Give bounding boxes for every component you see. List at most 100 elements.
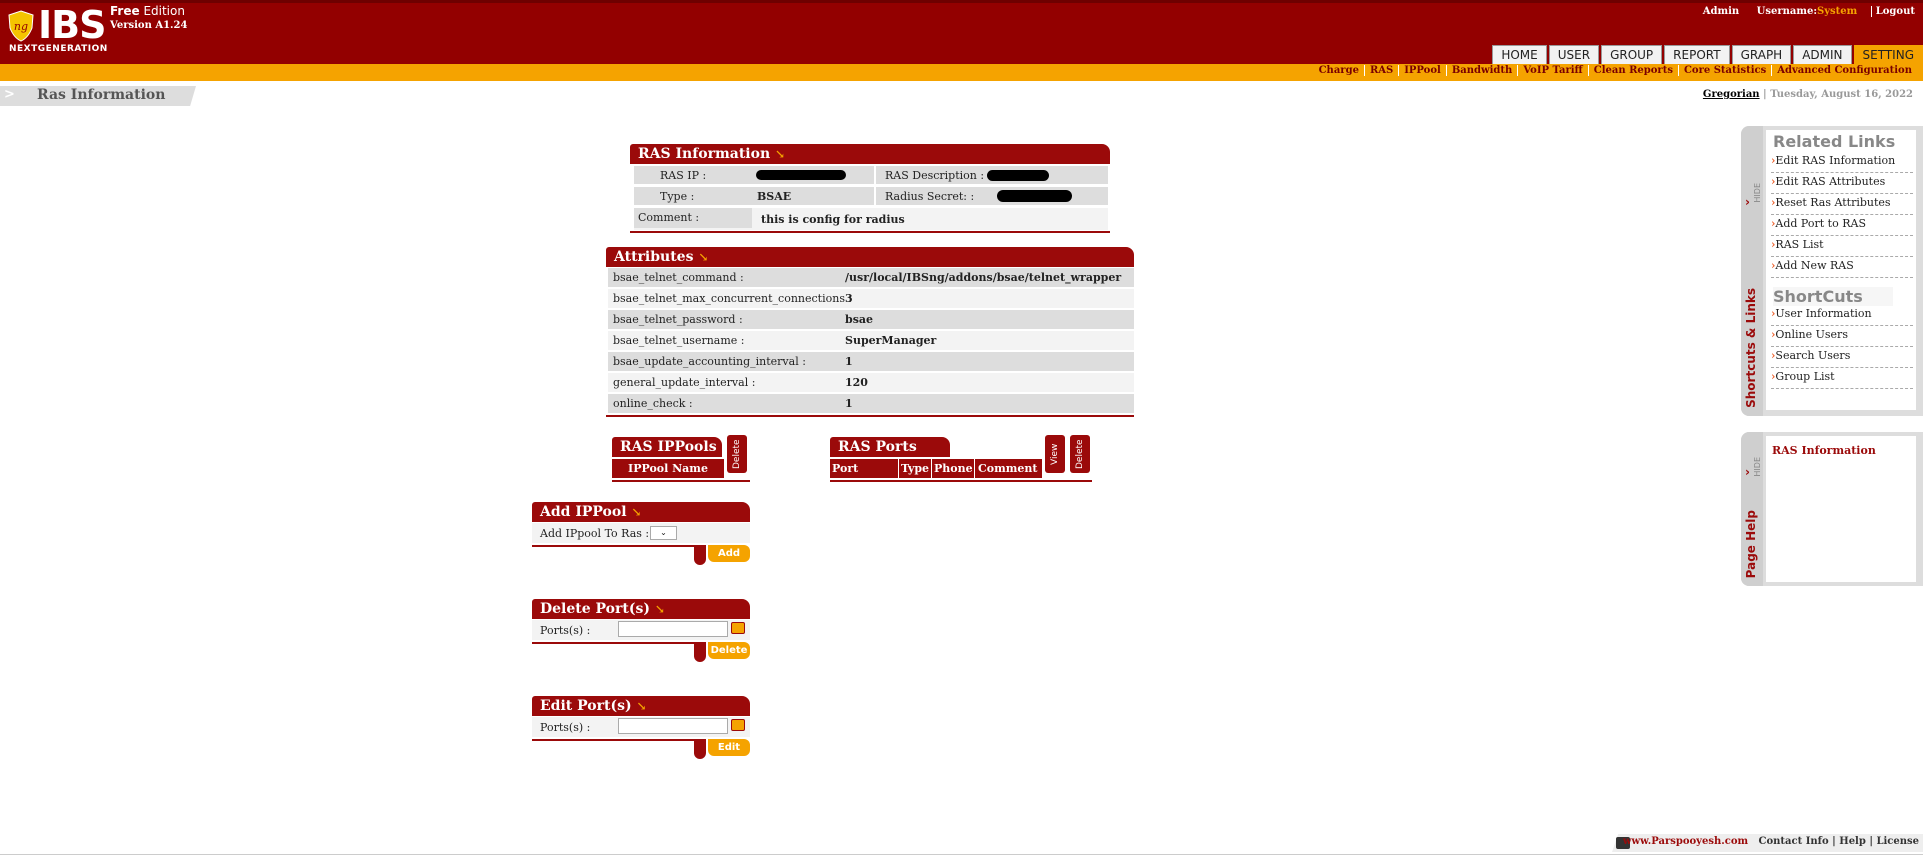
page-title: Ras Information [37,87,166,103]
delete-ports-label: Ports(s) : [540,624,591,637]
related-link-edit-ras-info[interactable]: ›Edit RAS Information [1771,153,1913,173]
ports-list-columns: Port Name Type Phone Comment [830,459,1042,494]
edit-ports-hook [694,739,706,759]
nav-user[interactable]: USER [1548,45,1600,64]
related-links-list: ›Edit RAS Information ›Edit RAS Attribut… [1771,153,1913,278]
shortcut-group-list[interactable]: ›Group List [1771,369,1913,389]
shortcut-user-information[interactable]: ›User Information [1771,306,1913,326]
attribute-row: online_check :1 [608,394,1134,413]
ippools-header: RAS IPPools ↘ [612,437,722,474]
ras-info-bottom-line [630,231,1110,233]
nav-graph[interactable]: GRAPH [1731,45,1792,64]
help-vertical-label: Page Help [1744,510,1758,579]
collapse-chevron-icon[interactable]: › [1745,195,1750,209]
nav-setting[interactable]: SETTING [1853,45,1923,64]
col-phone: Phone [932,459,975,478]
arrow-icon: ↘ [631,505,642,519]
arrow-icon: ↘ [698,250,709,264]
attributes-bottom-line [606,415,1134,417]
attribute-row: general_update_interval :120 [608,373,1134,392]
edit-ports-header: Edit Port(s) ↘ [532,696,750,716]
ras-ip-redacted [756,170,846,180]
add-ippool-hook [694,545,706,565]
logout-link[interactable]: Logout [1870,6,1915,17]
subnav-voip-tariff[interactable]: VoIP Tariff [1517,65,1587,76]
col-comment: Comment [978,462,1038,475]
logo-subtext: NEXTGENERATION [9,44,108,54]
secret-redacted [997,190,1072,202]
delete-ports-hook [694,642,706,662]
add-ippool-header: Add IPPool ↘ [532,502,750,522]
subnav-ras[interactable]: RAS [1363,65,1398,76]
footer: www.Parspooyesh.com Contact Info | Help … [1623,836,1919,847]
username-label: Username: [1756,6,1818,17]
related-link-add-port[interactable]: ›Add Port to RAS [1771,216,1913,236]
collapse-chevron-icon[interactable]: › [1745,465,1750,479]
col-port-name: Port Name [830,459,899,494]
logo-text: IBS [38,3,106,47]
related-link-add-new-ras[interactable]: ›Add New RAS [1771,258,1913,278]
ras-info-header: RAS Information ↘ [630,144,1110,164]
type-label: Type : [660,190,695,203]
nav-home[interactable]: HOME [1492,45,1547,64]
footer-site-link[interactable]: www.Parspooyesh.com [1623,836,1748,847]
nav-group[interactable]: GROUP [1601,45,1663,64]
ippools-bottom-line [612,480,750,482]
subnav-ippool[interactable]: IPPool [1398,65,1446,76]
subnav-advanced-configuration[interactable]: Advanced Configuration [1771,65,1917,76]
calendar-icon[interactable] [731,719,745,731]
ports-delete-tab[interactable]: Delete [1070,435,1090,473]
ports-view-tab[interactable]: View [1045,435,1065,473]
edit-ports-line [532,739,700,741]
nav-report[interactable]: REPORT [1664,45,1730,64]
shortcut-online-users[interactable]: ›Online Users [1771,327,1913,347]
help-text: RAS Information [1772,444,1876,457]
attribute-row: bsae_telnet_username : SuperManager [608,331,1134,350]
calendar-icon[interactable] [731,622,745,634]
attributes-header: Attributes ↘ [606,247,1134,267]
ippool-select[interactable]: ⌄ [650,526,677,540]
main-nav: HOME USER GROUP REPORT GRAPH ADMIN SETTI… [1490,45,1923,64]
edit-button[interactable]: Edit [708,739,750,756]
subnav-bandwidth[interactable]: Bandwidth [1445,65,1517,76]
col-type: Type [899,459,932,478]
nav-admin[interactable]: ADMIN [1793,45,1852,64]
related-link-edit-ras-attributes[interactable]: ›Edit RAS Attributes [1771,174,1913,194]
delete-ports-line [532,642,700,644]
shortcut-search-users[interactable]: ›Search Users [1771,348,1913,368]
subnav-charge[interactable]: Charge [1314,65,1364,76]
edit-ports-input[interactable] [618,718,728,734]
user-area: Admin Username:System Logout [1689,6,1915,17]
ippool-name-column: IPPool Name [612,459,724,478]
help-content [1766,436,1916,582]
type-value: BSAE [757,190,792,203]
subnav-core-statistics[interactable]: Core Statistics [1677,65,1771,76]
attribute-row: bsae_telnet_password : bsae [608,310,1134,329]
breadcrumb-arrow-icon: > [4,87,15,102]
related-link-reset-ras-attributes[interactable]: ›Reset Ras Attributes [1771,195,1913,215]
add-button[interactable]: Add [708,545,750,562]
attribute-row: bsae_telnet_max_concurrent_connections :… [608,289,1134,308]
comment-label: Comment : [638,211,700,224]
edition-label: Free Edition [110,4,185,18]
delete-button[interactable]: Delete [708,642,750,659]
related-link-ras-list[interactable]: ›RAS List [1771,237,1913,257]
admin-link[interactable]: Admin [1703,6,1739,17]
shortcuts-title: ShortCuts [1773,287,1893,306]
add-ippool-label: Add IPpool To Ras : [540,527,650,540]
current-date: Tuesday, August 16, 2022 [1770,89,1913,100]
arrow-icon: ↘ [654,602,665,616]
ras-desc-label: RAS Description : [885,169,985,182]
delete-ports-header: Delete Port(s) ↘ [532,599,750,619]
footer-divider [0,854,1923,855]
subnav-clean-reports[interactable]: Clean Reports [1587,65,1678,76]
hide-label[interactable]: HIDE [1753,457,1762,477]
calendar-type-link[interactable]: Gregorian [1703,89,1760,100]
version-label: Version A1.24 [110,20,188,31]
date-display: Gregorian | Tuesday, August 16, 2022 [1702,89,1913,100]
hide-label[interactable]: HIDE [1753,183,1762,203]
footer-links[interactable]: Contact Info | Help | License [1759,836,1919,847]
ippools-delete-tab[interactable]: Delete [727,435,747,473]
attributes-table: bsae_telnet_command :/usr/local/IBSng/ad… [608,268,1134,413]
delete-ports-input[interactable] [618,621,728,637]
